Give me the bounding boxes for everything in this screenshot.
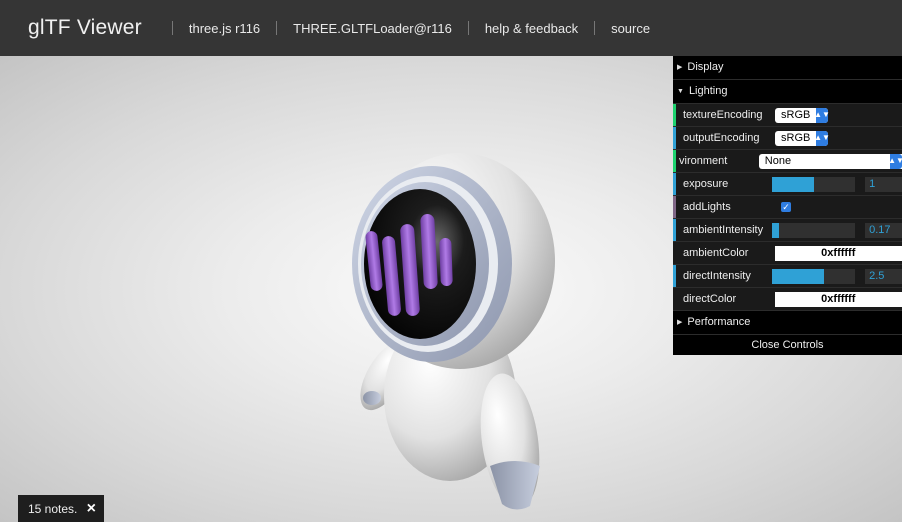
exposure-label: exposure [683, 178, 729, 190]
nav-link-threejs[interactable]: three.js r116 [189, 21, 260, 36]
exposure-slider[interactable] [771, 176, 856, 192]
close-controls-button[interactable]: Close Controls [673, 335, 902, 355]
add-lights-checkbox[interactable]: ✓ [781, 202, 791, 212]
slider-fill [771, 176, 814, 192]
ambient-intensity-row: ambientIntensity 0.17 [673, 219, 902, 242]
environment-row: vironment None ▲▼ [673, 150, 902, 173]
exposure-row: exposure 1 [673, 173, 902, 196]
folder-display[interactable]: ▶ Display [673, 56, 902, 80]
updown-arrows-icon: ▲▼ [888, 153, 902, 169]
folder-performance-label: Performance [687, 316, 751, 328]
row-accent [673, 196, 676, 218]
folder-lighting[interactable]: ▼ Lighting [673, 80, 902, 104]
direct-intensity-row: directIntensity 2.5 [673, 265, 902, 288]
row-accent [673, 104, 676, 126]
folder-performance[interactable]: ▶ Performance [673, 311, 902, 335]
row-accent [673, 127, 676, 149]
ambient-color-input[interactable]: 0xffffff [774, 245, 902, 261]
ambient-color-label: ambientColor [683, 247, 749, 259]
output-encoding-label: outputEncoding [683, 132, 760, 144]
app-title: glTF Viewer [28, 16, 142, 39]
direct-color-label: directColor [683, 293, 737, 305]
add-lights-row: addLights ✓ [673, 196, 902, 219]
close-icon[interactable]: × [87, 500, 96, 518]
select-value: None [764, 155, 792, 167]
add-lights-label: addLights [683, 201, 731, 213]
direct-color-row: directColor 0xffffff [673, 288, 902, 311]
slider-fill [771, 268, 824, 284]
ambient-intensity-input[interactable]: 0.17 [865, 222, 902, 238]
ambient-intensity-slider[interactable] [771, 222, 856, 238]
notes-toast: 15 notes. × [18, 495, 104, 522]
texture-encoding-label: textureEncoding [683, 109, 763, 121]
header-nav: three.js r116 THREE.GLTFLoader@r116 help… [156, 21, 650, 36]
row-accent [673, 219, 676, 241]
output-encoding-select[interactable]: sRGB ▲▼ [775, 130, 830, 146]
environment-select[interactable]: None ▲▼ [758, 153, 902, 169]
app-header: glTF Viewer three.js r116 THREE.GLTFLoad… [0, 0, 902, 56]
environment-label: vironment [679, 155, 728, 167]
nav-separator [594, 21, 596, 35]
nav-separator [171, 21, 173, 35]
notes-text: 15 notes. [28, 501, 78, 516]
astronaut-model [352, 153, 555, 510]
direct-intensity-input[interactable]: 2.5 [865, 268, 902, 284]
direct-color-input[interactable]: 0xffffff [774, 291, 902, 307]
ambient-intensity-label: ambientIntensity [683, 224, 764, 236]
select-value: sRGB [781, 109, 811, 121]
texture-encoding-row: textureEncoding sRGB ▲▼ [673, 104, 902, 127]
exposure-input[interactable]: 1 [865, 176, 902, 192]
ambient-color-row: ambientColor 0xffffff [673, 242, 902, 265]
nav-separator [467, 21, 469, 35]
caret-down-icon: ▼ [677, 88, 684, 95]
row-accent [673, 150, 676, 172]
nav-separator [276, 21, 278, 35]
slider-fill [771, 222, 780, 238]
folder-display-label: Display [687, 61, 724, 73]
row-accent [673, 173, 676, 195]
direct-intensity-slider[interactable] [771, 268, 856, 284]
controls-panel: ▶ Display ▼ Lighting textureEncoding sRG… [673, 56, 902, 355]
row-accent [673, 265, 676, 287]
nav-link-source[interactable]: source [611, 21, 650, 36]
nav-link-gltfloader[interactable]: THREE.GLTFLoader@r116 [293, 21, 452, 36]
texture-encoding-select[interactable]: sRGB ▲▼ [775, 107, 830, 123]
output-encoding-row: outputEncoding sRGB ▲▼ [673, 127, 902, 150]
caret-right-icon: ▶ [677, 319, 683, 326]
nav-link-help[interactable]: help & feedback [485, 21, 578, 36]
folder-lighting-label: Lighting [688, 85, 728, 97]
caret-right-icon: ▶ [677, 64, 683, 71]
select-value: sRGB [781, 132, 811, 144]
updown-arrows-icon: ▲▼ [814, 130, 830, 146]
direct-intensity-label: directIntensity [683, 270, 751, 282]
updown-arrows-icon: ▲▼ [814, 107, 830, 123]
